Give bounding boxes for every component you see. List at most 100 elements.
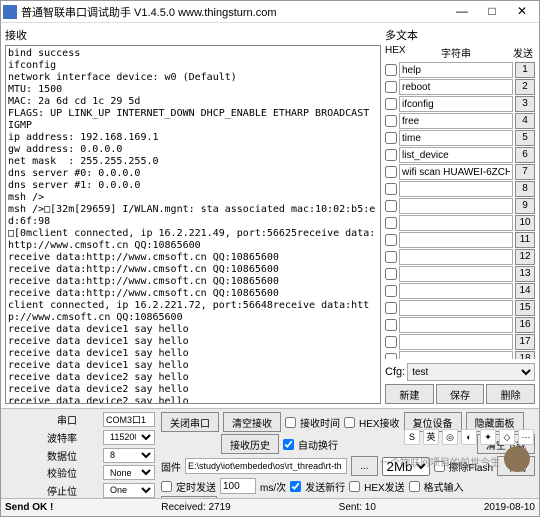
row-hex-check[interactable] [385, 183, 397, 195]
row-hex-check[interactable] [385, 64, 397, 76]
minimize-button[interactable]: — [447, 3, 477, 21]
cfg-select[interactable]: test [407, 363, 535, 381]
row-text-input[interactable] [399, 232, 513, 248]
row-text-input[interactable] [399, 317, 513, 333]
databit-select[interactable]: 8 [103, 448, 155, 463]
row-send-button[interactable]: 12 [515, 249, 535, 265]
row-text-input[interactable] [399, 351, 513, 359]
row-text-input[interactable] [399, 113, 513, 129]
row-text-input[interactable] [399, 130, 513, 146]
row-hex-check[interactable] [385, 353, 397, 359]
row-send-button[interactable]: 10 [515, 215, 535, 231]
row-send-button[interactable]: 13 [515, 266, 535, 282]
row-hex-check[interactable] [385, 166, 397, 178]
row-text-input[interactable] [399, 300, 513, 316]
row-send-button[interactable]: 11 [515, 232, 535, 248]
loop-send-check[interactable] [161, 481, 172, 492]
row-text-input[interactable] [399, 147, 513, 163]
multi-row: 18 [385, 351, 535, 359]
row-send-button[interactable]: 7 [515, 164, 535, 180]
row-text-input[interactable] [399, 164, 513, 180]
check-select[interactable]: None [103, 465, 155, 480]
newline-check[interactable] [290, 481, 301, 492]
close-port-button[interactable]: 关闭串口 [161, 412, 219, 432]
tray-icon[interactable]: S [404, 429, 420, 445]
browse-button[interactable]: ... [351, 456, 377, 476]
row-hex-check[interactable] [385, 217, 397, 229]
tray-icon[interactable]: ◐ [461, 429, 477, 445]
recv-time-check[interactable] [285, 417, 296, 428]
row-send-button[interactable]: 1 [515, 62, 535, 78]
row-text-input[interactable] [399, 79, 513, 95]
maximize-button[interactable]: □ [477, 3, 507, 21]
port-value[interactable] [103, 412, 155, 427]
row-hex-check[interactable] [385, 98, 397, 110]
tray-icon[interactable]: ✦ [480, 429, 496, 445]
row-send-button[interactable]: 2 [515, 79, 535, 95]
row-hex-check[interactable] [385, 319, 397, 331]
tray-icon[interactable]: ◎ [442, 429, 458, 445]
auto-scroll-check[interactable] [283, 439, 294, 450]
overlay-caption: 一个物联网项目的前世今生 [380, 454, 500, 469]
row-send-button[interactable]: 18 [515, 351, 535, 359]
receive-label: 接收 [5, 27, 381, 43]
row-hex-check[interactable] [385, 336, 397, 348]
tray-icon[interactable]: 英 [423, 429, 439, 445]
tray-icon[interactable]: ⋯ [518, 429, 534, 445]
row-text-input[interactable] [399, 62, 513, 78]
row-send-button[interactable]: 6 [515, 147, 535, 163]
multi-row: 9 [385, 198, 535, 214]
tray-icon[interactable]: ◇ [499, 429, 515, 445]
row-send-button[interactable]: 5 [515, 130, 535, 146]
row-hex-check[interactable] [385, 149, 397, 161]
multi-row: 12 [385, 249, 535, 265]
baud-select[interactable]: 115200 [103, 430, 155, 445]
row-hex-check[interactable] [385, 81, 397, 93]
row-send-button[interactable]: 3 [515, 96, 535, 112]
row-send-button[interactable]: 4 [515, 113, 535, 129]
row-hex-check[interactable] [385, 200, 397, 212]
firmware-label: 固件 [161, 459, 181, 474]
interval-input[interactable] [220, 478, 256, 494]
row-text-input[interactable] [399, 215, 513, 231]
baud-label: 波特率 [5, 430, 77, 445]
row-send-button[interactable]: 9 [515, 198, 535, 214]
row-text-input[interactable] [399, 266, 513, 282]
row-text-input[interactable] [399, 283, 513, 299]
row-hex-check[interactable] [385, 132, 397, 144]
recv-history-button[interactable]: 接收历史 [221, 434, 279, 454]
save-cfg-button[interactable]: 保存 [436, 384, 485, 404]
row-text-input[interactable] [399, 249, 513, 265]
row-text-input[interactable] [399, 96, 513, 112]
row-hex-check[interactable] [385, 234, 397, 246]
multi-row: 2 [385, 79, 535, 95]
hex-send-check[interactable] [349, 481, 360, 492]
row-hex-check[interactable] [385, 115, 397, 127]
new-cfg-button[interactable]: 新建 [385, 384, 434, 404]
row-send-button[interactable]: 14 [515, 283, 535, 299]
row-text-input[interactable] [399, 334, 513, 350]
row-text-input[interactable] [399, 181, 513, 197]
row-hex-check[interactable] [385, 251, 397, 263]
clear-recv-button[interactable]: 清空接收 [223, 412, 281, 432]
row-hex-check[interactable] [385, 285, 397, 297]
stop-select[interactable]: One [103, 483, 155, 498]
delete-cfg-button[interactable]: 删除 [486, 384, 535, 404]
row-send-button[interactable]: 17 [515, 334, 535, 350]
status-received: Received: 2719 [161, 502, 231, 513]
row-hex-check[interactable] [385, 302, 397, 314]
multi-row: 7 [385, 164, 535, 180]
status-time: 2019-08-10 [484, 502, 535, 513]
firmware-path[interactable] [185, 458, 347, 474]
receive-log[interactable]: bind success ifconfig network interface … [5, 45, 381, 404]
row-send-button[interactable]: 16 [515, 317, 535, 333]
row-hex-check[interactable] [385, 268, 397, 280]
row-send-button[interactable]: 8 [515, 181, 535, 197]
row-send-button[interactable]: 15 [515, 300, 535, 316]
multi-row: 8 [385, 181, 535, 197]
close-button[interactable]: ✕ [507, 3, 537, 21]
format-input-check[interactable] [409, 481, 420, 492]
hex-recv-check[interactable] [344, 417, 355, 428]
row-text-input[interactable] [399, 198, 513, 214]
multi-row: 15 [385, 300, 535, 316]
